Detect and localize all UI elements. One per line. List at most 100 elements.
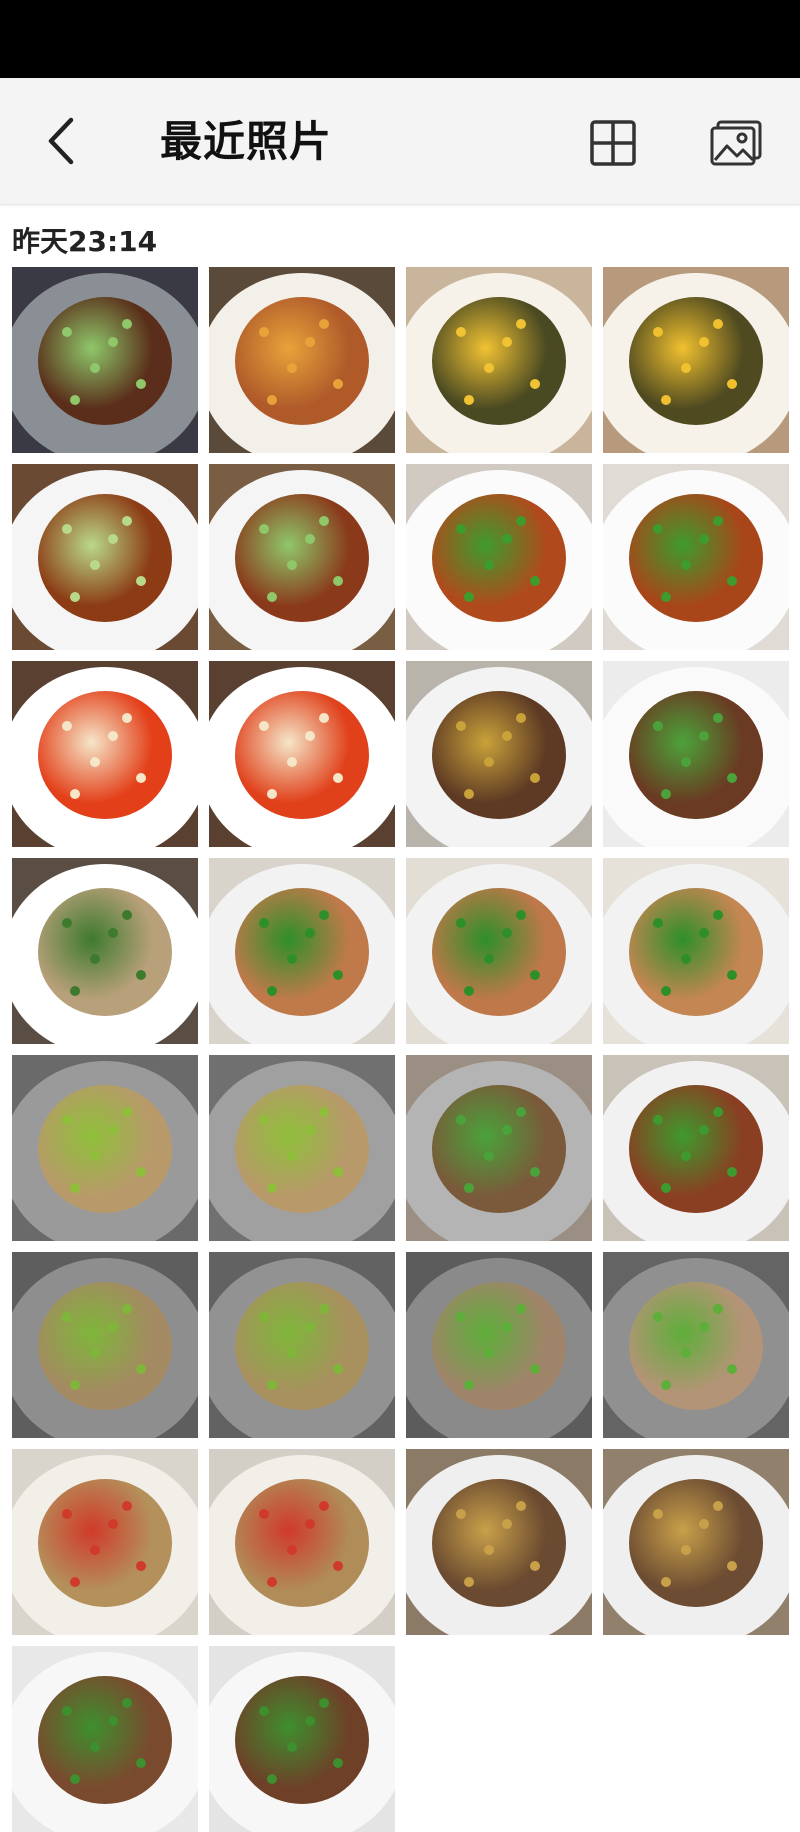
photo-garnish [727,773,737,783]
photo-thumbnail[interactable] [406,1055,592,1241]
photo-garnish [502,534,512,544]
photo-garnish [62,721,72,731]
photo-garnish [484,1151,494,1161]
photo-garnish [530,576,540,586]
photo-dish [629,297,763,425]
photo-garnish [122,1304,132,1314]
photo-garnish [333,576,343,586]
photo-thumbnail[interactable] [12,661,198,847]
photo-garnish [70,789,80,799]
photo-garnish [727,970,737,980]
photo-dish [235,494,369,622]
photo-garnish [319,713,329,723]
photo-garnish [136,773,146,783]
photo-dish [38,888,172,1016]
photo-garnish [699,731,709,741]
photo-thumbnail[interactable] [209,267,395,453]
photo-thumbnail[interactable] [12,464,198,650]
photo-garnish [305,1322,315,1332]
photo-garnish [502,928,512,938]
photo-garnish [108,534,118,544]
photo-garnish [699,337,709,347]
photo-garnish [136,1364,146,1374]
photo-thumbnail[interactable] [603,267,789,453]
photo-garnish [456,918,466,928]
photo-thumbnail[interactable] [406,1449,592,1635]
photo-garnish [305,1519,315,1529]
photo-garnish [681,1545,691,1555]
photo-garnish [305,534,315,544]
photo-thumbnail[interactable] [12,1449,198,1635]
photo-garnish [516,1107,526,1117]
photo-garnish [516,713,526,723]
photo-garnish [259,1509,269,1519]
photo-garnish [456,524,466,534]
photo-garnish [464,1380,474,1390]
photo-thumbnail[interactable] [209,1252,395,1438]
photo-garnish [70,1577,80,1587]
photo-garnish [516,1501,526,1511]
photo-thumbnail[interactable] [209,1646,395,1832]
photo-dish [629,1085,763,1213]
photo-garnish [713,319,723,329]
photo-garnish [287,1151,297,1161]
photo-garnish [333,773,343,783]
photo-garnish [713,910,723,920]
photo-garnish [136,1758,146,1768]
photo-garnish [464,986,474,996]
photo-garnish [122,319,132,329]
photo-thumbnail[interactable] [406,858,592,1044]
photo-dish [432,1085,566,1213]
photo-thumbnail[interactable] [603,464,789,650]
photo-garnish [464,1577,474,1587]
photo-garnish [464,395,474,405]
photo-thumbnail[interactable] [603,661,789,847]
photo-thumbnail[interactable] [209,661,395,847]
photo-garnish [267,592,277,602]
photo-garnish [259,721,269,731]
photo-garnish [333,379,343,389]
photo-garnish [653,524,663,534]
photo-garnish [62,1312,72,1322]
photo-garnish [108,1125,118,1135]
photo-thumbnail[interactable] [12,1646,198,1832]
photo-thumbnail[interactable] [209,1055,395,1241]
photo-garnish [456,327,466,337]
photo-thumbnail[interactable] [12,1055,198,1241]
photo-thumbnail[interactable] [406,267,592,453]
photo-dish [432,297,566,425]
photo-garnish [699,1125,709,1135]
photo-garnish [108,1716,118,1726]
photo-dish [629,494,763,622]
photo-dish [235,1479,369,1607]
photo-thumbnail[interactable] [12,1252,198,1438]
photo-garnish [136,576,146,586]
photo-dish [38,494,172,622]
photo-thumbnail[interactable] [12,858,198,1044]
photo-thumbnail[interactable] [406,1252,592,1438]
photo-thumbnail[interactable] [209,1449,395,1635]
photo-dish [235,1676,369,1804]
photo-garnish [653,721,663,731]
photo-garnish [456,721,466,731]
photo-thumbnail[interactable] [603,858,789,1044]
photo-garnish [319,910,329,920]
photo-garnish [319,319,329,329]
photo-thumbnail[interactable] [406,661,592,847]
photo-garnish [62,1706,72,1716]
photo-thumbnail[interactable] [603,1055,789,1241]
photo-thumbnail[interactable] [209,858,395,1044]
photo-garnish [267,395,277,405]
photo-garnish [484,560,494,570]
photo-garnish [516,516,526,526]
photo-dish [235,1085,369,1213]
photo-garnish [484,363,494,373]
photo-dish [235,888,369,1016]
photo-thumbnail[interactable] [603,1252,789,1438]
photo-garnish [516,319,526,329]
photo-garnish [70,1183,80,1193]
photo-thumbnail[interactable] [12,267,198,453]
photo-thumbnail[interactable] [406,464,592,650]
photo-thumbnail[interactable] [209,464,395,650]
photo-thumbnail[interactable] [603,1449,789,1635]
